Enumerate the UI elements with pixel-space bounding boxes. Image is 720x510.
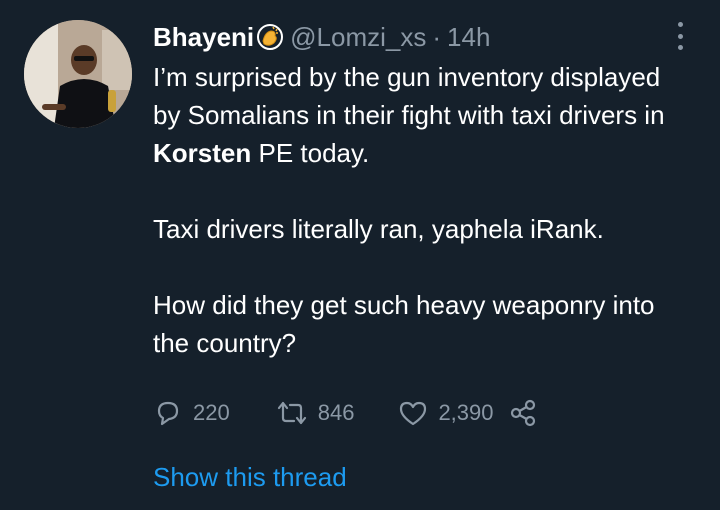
share-icon xyxy=(508,398,538,428)
retweet-button[interactable]: 846 xyxy=(276,398,355,428)
action-bar: 220 846 2,390 xyxy=(153,394,538,432)
more-dot xyxy=(677,33,683,39)
tweet-text: I’m surprised by the gun inventory displ… xyxy=(153,58,693,362)
share-button[interactable] xyxy=(508,398,538,428)
more-dot xyxy=(677,45,683,50)
avatar[interactable] xyxy=(24,20,132,128)
text-run: I’m surprised by the gun inventory displ… xyxy=(153,62,665,130)
retweet-count: 846 xyxy=(317,400,355,425)
show-thread-link[interactable]: Show this thread xyxy=(153,462,347,493)
text-run: PE today. xyxy=(251,138,370,168)
author-handle[interactable]: @Lomzi_xs xyxy=(290,22,426,53)
reply-button[interactable]: 220 xyxy=(153,398,230,428)
more-icon[interactable] xyxy=(670,18,690,54)
like-count: 2,390 xyxy=(438,400,494,425)
meta-separator: · xyxy=(432,21,442,52)
clapping-hands-icon xyxy=(256,23,284,51)
author-name[interactable]: Bhayeni xyxy=(153,22,254,53)
bold-text: Korsten xyxy=(153,138,252,168)
timestamp[interactable]: 14h xyxy=(447,22,490,53)
retweet-icon xyxy=(276,398,308,428)
tweet-header: Bhayeni @Lomzi_xs · 14h xyxy=(153,20,490,54)
paragraph-2: Taxi drivers literally ran, yaphela iRan… xyxy=(153,214,604,244)
paragraph-1: I’m surprised by the gun inventory displ… xyxy=(153,58,693,172)
like-button[interactable]: 2,390 xyxy=(398,398,494,428)
more-dot xyxy=(677,22,683,27)
reply-icon xyxy=(153,398,183,428)
reply-count: 220 xyxy=(193,400,230,425)
paragraph-3: How did they get such heavy weaponry int… xyxy=(153,290,655,358)
heart-icon xyxy=(398,398,428,428)
avatar-photo xyxy=(24,20,132,128)
